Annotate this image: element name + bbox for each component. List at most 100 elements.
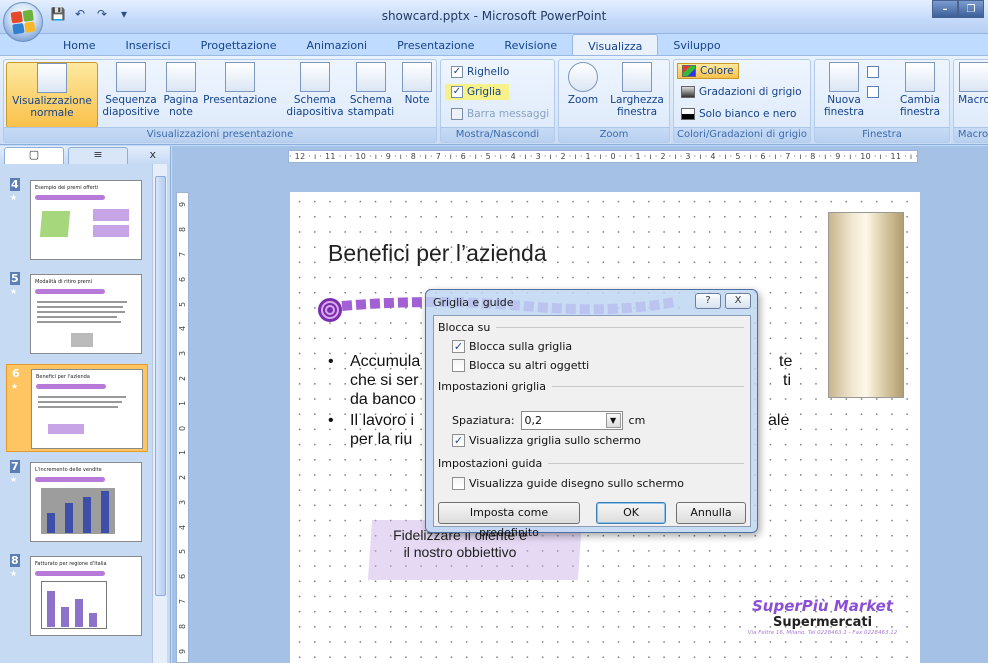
slide-title[interactable]: Benefici per l’azienda [328,240,547,267]
tab-animazioni[interactable]: Animazioni [292,34,383,56]
snap-grid-checkbox[interactable]: ✓ [452,340,465,353]
macro-label: Macro [958,94,988,106]
gridlines-checkbox-row[interactable]: ✓ Griglia [445,84,510,100]
set-default-button[interactable]: Imposta come predefinito [438,502,580,539]
group-color: Colore Gradazioni di grigio Solo bianco … [673,59,811,143]
slide-master-label: Schema [293,94,337,106]
color-label: Colore [700,65,734,77]
thumb-text-line [37,321,121,323]
color-button[interactable]: Colore [677,63,739,79]
gridlines-checkbox[interactable]: ✓ [451,86,463,98]
thumb-bar [75,599,83,627]
handout-master-button[interactable]: Schema stampati [344,62,398,118]
fit-window-label: Larghezza [610,94,664,106]
normal-view-button[interactable]: Visualizzazione normale [6,62,98,128]
decorative-swirl [35,289,105,294]
office-logo-icon [10,9,36,35]
snap-objects-checkbox[interactable] [452,359,465,372]
show-guides-checkbox[interactable] [452,477,465,490]
maximize-button[interactable]: ❐ [958,0,984,18]
arrange-all-button[interactable] [867,66,879,78]
slide-thumb-7[interactable]: 7 ★ L'incremento delle vendite [6,458,148,546]
scrollbar-thumb[interactable] [155,176,166,596]
vruler-tick-label: 7 [178,598,187,605]
slide-preview: Modalità di ritiro premi [30,274,142,354]
slide-thumb-4[interactable]: 4 ★ Esempio dei premi offerti [6,176,148,264]
ruler-checkbox-row[interactable]: ✓ Righello [451,66,509,78]
dialog-close-button[interactable]: X [725,293,751,309]
slide-thumb-5[interactable]: 5 ★ Modalità di ritiro premi [6,270,148,358]
section-label: Impostazioni guida [438,457,543,470]
panel-scrollbar[interactable] [152,164,167,663]
ruler-checkbox[interactable]: ✓ [451,66,463,78]
message-bar-label: Barra messaggi [467,108,550,120]
bullet-text: da banco [350,391,416,408]
vruler-tick-label: 6 [178,574,187,580]
group-label-presentation-views: Visualizzazioni presentazione [4,127,436,142]
thumb-bar [47,591,55,627]
help-button[interactable]: ? [695,293,721,309]
macro-button[interactable]: Macro [956,62,988,106]
notes-page-button[interactable]: Pagina note [162,62,200,118]
guide-section-header: Impostazioni guida [438,457,744,470]
handout-master-icon [356,62,386,92]
minimize-button[interactable]: – [932,0,958,18]
cancel-button[interactable]: Annulla [676,502,746,524]
vruler-tick-label: 0 [178,425,187,431]
slide-preview: Benefici per l'azienda [31,369,143,449]
slide-master-button[interactable]: Schema diapositiva [286,62,344,118]
thumb-text-line [38,401,122,403]
arrange-all-icon [867,66,879,78]
slide-preview: L'incremento delle vendite [30,462,142,542]
supermarket-image[interactable] [828,212,904,398]
vruler-tick-label: 4 [178,524,187,530]
horizontal-ruler: · 12 · ı · 11 · ı · 10 · ı · 9 · ı · 8 ·… [288,150,918,163]
ok-button[interactable]: OK [596,502,666,524]
tab-outline[interactable]: ≡ [68,147,128,164]
slide-number: 6 [12,367,20,380]
dropdown-arrow-icon[interactable]: ▼ [605,413,621,428]
tab-sviluppo[interactable]: Sviluppo [658,34,735,56]
slide-thumb-8[interactable]: 8 ★ Fatturato per regione d'Italia [6,552,148,640]
tab-visualizza[interactable]: Visualizza [572,34,659,56]
message-bar-checkbox-row[interactable]: Barra messaggi [451,108,549,120]
show-grid-option[interactable]: ✓ Visualizza griglia sullo schermo [452,434,641,447]
slide-sorter-button[interactable]: Sequenza diapositive [102,62,160,118]
slideshow-button[interactable]: Presentazione [202,62,278,106]
fit-to-window-button[interactable]: Larghezza finestra [607,62,667,118]
slide-sorter-label: Sequenza [105,94,157,106]
slide-thumb-6[interactable]: 6 ★ Benefici per l'azienda [6,364,148,452]
slides-panel: ▢ ≡ x 4 ★ Esempio dei premi offerti 5 ★ … [0,146,171,663]
switch-window-button[interactable]: Cambia finestra [891,62,949,118]
switch-window-label: Cambia [899,94,940,106]
tab-progettazione[interactable]: Progettazione [186,34,292,56]
message-bar-checkbox[interactable] [451,108,463,120]
office-button[interactable] [3,2,43,42]
macro-icon [959,62,988,92]
tab-presentazione[interactable]: Presentazione [382,34,489,56]
tab-revisione[interactable]: Revisione [489,34,572,56]
grayscale-button[interactable]: Gradazioni di grigio [681,86,802,98]
tab-inserisci[interactable]: Inserisci [110,34,185,56]
thumb-bar [65,503,73,533]
black-white-button[interactable]: Solo bianco e nero [681,108,796,120]
zoom-button[interactable]: Zoom [565,62,601,106]
vruler-tick-label: 8 [178,623,187,629]
notes-master-button[interactable]: Note [400,62,434,106]
snap-objects-option[interactable]: Blocca su altri oggetti [452,359,589,372]
slide-master-label-2: diapositiva [286,106,344,118]
panel-close-icon[interactable]: x [149,148,156,161]
decorative-swirl [35,571,105,576]
thumb-text-line [37,306,123,308]
show-grid-checkbox[interactable]: ✓ [452,434,465,447]
group-label-zoom: Zoom [559,127,669,142]
spacing-combobox[interactable]: 0,2 ▼ [520,411,623,430]
cascade-button[interactable] [867,86,879,98]
show-guides-option[interactable]: Visualizza guide disegno sullo schermo [452,477,684,490]
snap-grid-option[interactable]: ✓ Blocca sulla griglia [452,340,572,353]
decorative-swirl [35,195,105,200]
tab-slides[interactable]: ▢ [4,147,64,164]
tab-home[interactable]: Home [48,34,110,56]
handout-master-label-2: stampati [347,106,395,118]
new-window-button[interactable]: Nuova finestra [819,62,869,118]
